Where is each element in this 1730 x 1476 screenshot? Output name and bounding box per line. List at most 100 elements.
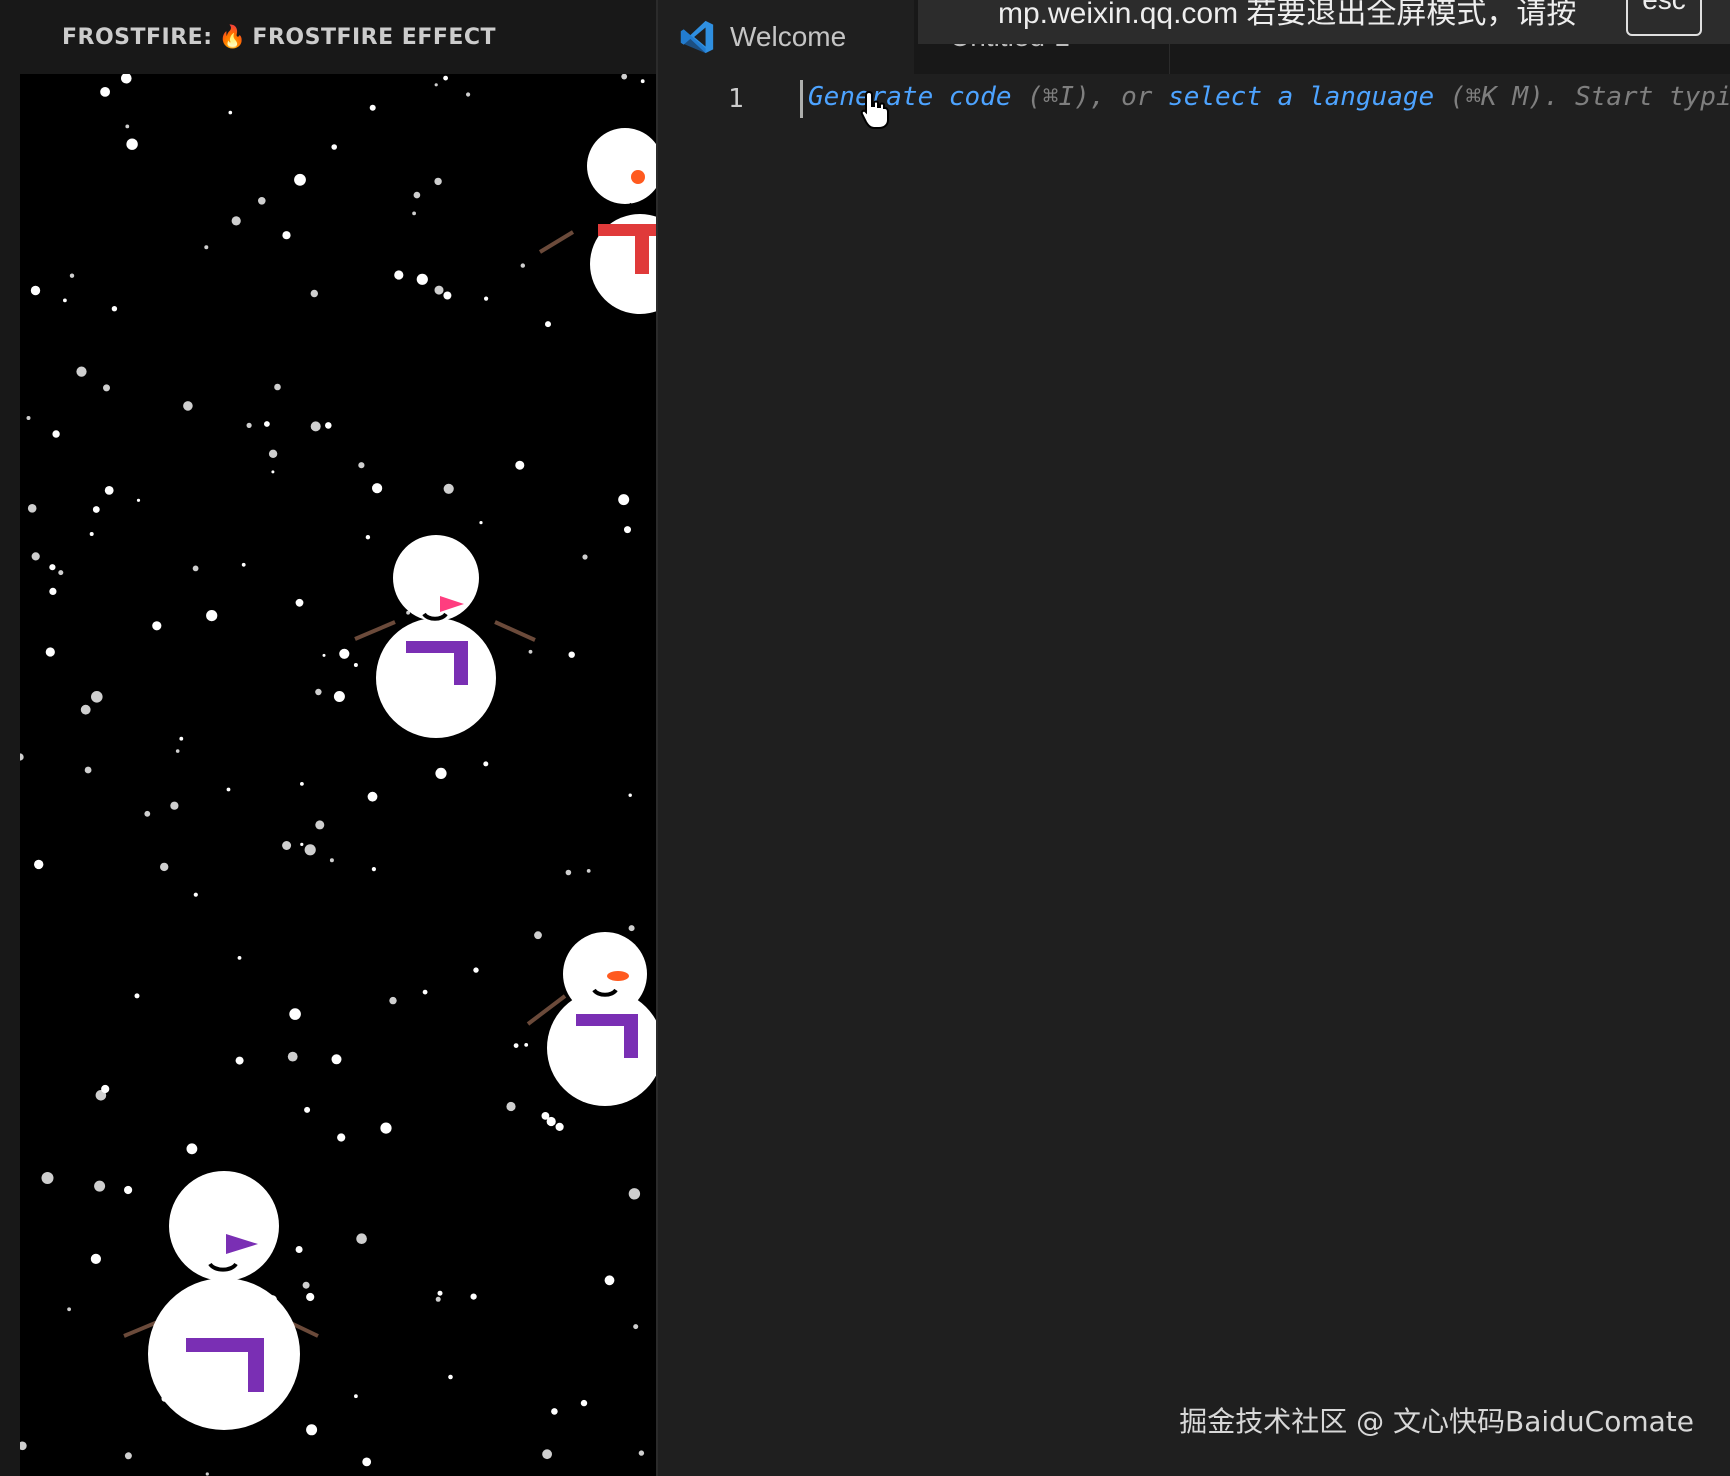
snowman-purple-1 [354,535,536,738]
snowflake [295,1246,303,1253]
snowflake [241,562,246,567]
snow-canvas [20,74,656,1476]
panel-title-suffix: FROSTFIRE EFFECT [252,24,497,50]
snowflake [506,1101,516,1112]
snowflake [310,289,318,298]
snowflake [434,83,438,87]
tab-welcome-label: Welcome [730,21,847,52]
snowflake [101,1084,110,1094]
snowflake [618,494,630,506]
snowflake [448,1374,453,1380]
snowflake [329,858,334,863]
snowflake [235,1056,244,1065]
snowflake [524,1043,529,1047]
snowflake [49,587,57,596]
snowflake [310,421,321,432]
snowflake [306,1292,315,1302]
snowflake [325,422,332,429]
snowflake [52,430,60,438]
snowflake [353,663,358,667]
snowflake [160,862,169,872]
hint-text-1: (⌘I), or [1011,82,1169,112]
snowflake [513,1043,519,1048]
snowflake [89,532,94,536]
snowflake [179,736,184,741]
generate-code-link[interactable]: Generate code [808,82,1012,112]
snowflake [136,498,141,502]
snowflake [237,956,242,960]
snowflake [586,869,591,873]
snowflake [31,552,40,561]
snowflake [412,211,416,216]
snowflake [437,1290,443,1296]
snowflake [226,787,231,792]
snowflake [315,820,325,830]
snowflake [528,649,533,654]
snowflake [268,449,278,458]
snowflake [337,1133,346,1142]
snowflake [443,483,454,494]
snowflake [542,1449,552,1460]
snowman-nose [631,170,645,184]
snowflake [466,92,471,97]
snowflake [640,79,645,84]
snowflake [92,506,100,513]
snowflake [271,470,275,474]
snowman-purple-2 [526,932,656,1106]
snowflake [306,1424,318,1436]
snowflake [628,1188,641,1200]
text-cursor [800,80,803,118]
snowflake [302,1281,310,1289]
snowflake [231,216,241,226]
snowflake [103,384,110,392]
snowflake [580,1399,588,1407]
hint-text-2: (⌘K M). Start typin [1434,82,1730,112]
editor-hint: Generate code (⌘I), or select a language… [808,82,1730,112]
snowflake [638,1450,645,1456]
snowflake [104,486,114,495]
snowflake [34,859,44,870]
snowflake [170,801,179,810]
snowflake [264,421,270,427]
snowflake [30,285,41,296]
snowflake [333,691,345,702]
snowflake [294,173,306,186]
snowflake [546,1116,556,1127]
snowflake [483,761,489,767]
snowflake [416,273,428,285]
snowflake [365,535,371,540]
snowflake [300,842,304,847]
snowflake [520,263,525,268]
snowflake [555,1122,564,1131]
snowflake [551,1408,558,1415]
snowflake [443,75,448,81]
snowflake [604,1275,615,1286]
snowflake [443,291,452,300]
snowflake [204,245,209,250]
activity-bar-edge [0,0,20,1476]
snowflake [289,1008,301,1020]
snowflake [304,1106,311,1113]
snowflake [90,1253,101,1264]
snowflake [633,1324,639,1330]
snowflake [369,104,376,111]
snowflake [322,653,326,657]
editor-area[interactable]: 1 Generate code (⌘I), or select a langua… [658,74,1730,1476]
snowflake [624,526,631,534]
snowflake [124,1185,133,1195]
snowflake [484,296,489,301]
tab-welcome[interactable]: Welcome [658,0,914,74]
snowman-nose [607,971,629,981]
snowflake [246,422,252,428]
select-language-link[interactable]: select a language [1168,82,1434,112]
snowflake [134,993,140,999]
snowflake [621,74,628,80]
snowflake [45,647,55,657]
snowflake [295,598,304,607]
snowflake [58,570,64,576]
snowflake [380,1122,392,1134]
snowflake [26,416,31,420]
panel-title-prefix: FROSTFIRE: [62,24,213,50]
fullscreen-toast: mp.weixin.qq.com 若要退出全屏模式，请按 esc [918,0,1730,44]
snowflake [258,197,266,205]
